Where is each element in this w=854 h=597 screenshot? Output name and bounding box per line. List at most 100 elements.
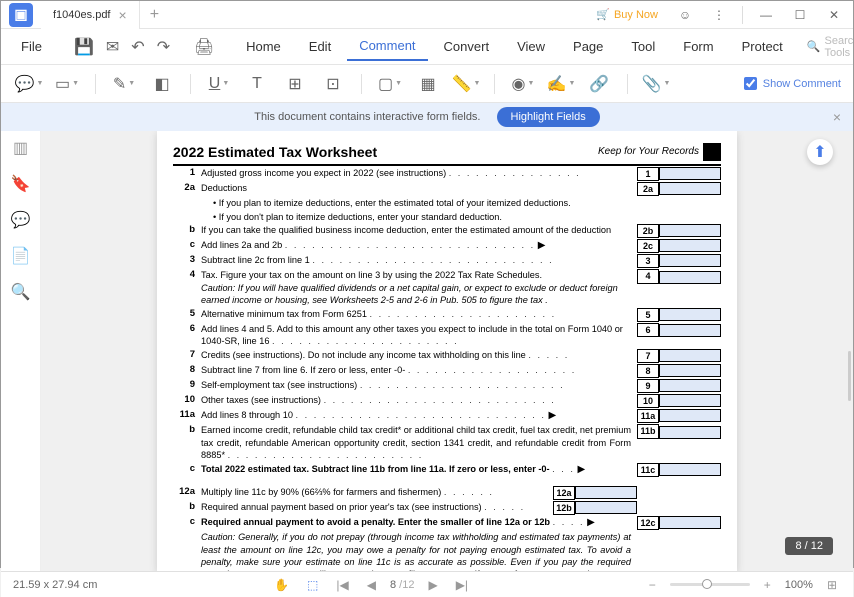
- menu-file[interactable]: File: [9, 33, 54, 60]
- comments-icon[interactable]: 💬: [12, 211, 30, 229]
- show-comment-checkbox[interactable]: [744, 77, 757, 90]
- app-logo-icon: ▣: [9, 3, 33, 27]
- text-tool[interactable]: T: [241, 71, 273, 97]
- textbox-tool[interactable]: ⊞: [279, 71, 311, 97]
- first-page-button[interactable]: |◀: [332, 578, 352, 592]
- field-12b[interactable]: [575, 501, 637, 514]
- info-message: This document contains interactive form …: [254, 111, 480, 123]
- menu-edit[interactable]: Edit: [297, 33, 343, 60]
- field-8[interactable]: [659, 364, 721, 377]
- shape-tool[interactable]: ▢▼: [374, 71, 406, 97]
- next-page-button[interactable]: ▶: [424, 578, 441, 592]
- print-icon[interactable]: 🖨: [194, 37, 214, 57]
- search-panel-icon[interactable]: 🔍: [12, 283, 30, 301]
- field-11b[interactable]: [659, 426, 721, 439]
- form-info-bar: This document contains interactive form …: [1, 103, 853, 131]
- note-tool[interactable]: 💬▼: [13, 71, 45, 97]
- zoom-in-button[interactable]: +: [760, 578, 775, 592]
- mail-icon[interactable]: ✉: [106, 37, 119, 57]
- show-comment-toggle[interactable]: Show Comment: [744, 77, 841, 90]
- menu-home[interactable]: Home: [234, 33, 293, 60]
- upload-button[interactable]: ⬆: [807, 139, 833, 165]
- separator: [95, 74, 96, 94]
- separator: [494, 74, 495, 94]
- hand-tool-icon[interactable]: ✋: [270, 578, 293, 592]
- highlight-fields-button[interactable]: Highlight Fields: [497, 107, 600, 127]
- search-tools-input[interactable]: 🔍 Search Tools: [799, 35, 854, 59]
- close-tab-icon[interactable]: ×: [119, 7, 127, 23]
- close-infobar-icon[interactable]: ×: [833, 109, 841, 125]
- field-2c[interactable]: [659, 239, 721, 252]
- eraser-tool[interactable]: ◧: [146, 71, 178, 97]
- separator: [742, 6, 743, 24]
- callout-tool[interactable]: ⊡: [317, 71, 349, 97]
- field-7[interactable]: [659, 349, 721, 362]
- last-page-button[interactable]: ▶|: [452, 578, 472, 592]
- separator: [361, 74, 362, 94]
- page-indicator-badge: 8 / 12: [785, 537, 833, 555]
- signature-tool[interactable]: ✍▼: [545, 71, 577, 97]
- menu-form[interactable]: Form: [671, 33, 725, 60]
- area-tool[interactable]: ▦: [412, 71, 444, 97]
- field-9[interactable]: [659, 379, 721, 392]
- user-icon[interactable]: ☺: [670, 1, 700, 29]
- search-icon: 🔍: [807, 40, 821, 53]
- left-sidebar: ▥ 🔖 💬 📄 🔍: [1, 131, 41, 571]
- maximize-button[interactable]: ☐: [785, 1, 815, 29]
- field-11a[interactable]: [659, 409, 721, 422]
- underline-tool[interactable]: U▼: [203, 71, 235, 97]
- cart-icon: 🛒: [596, 8, 610, 21]
- page-number-input[interactable]: 8 /12: [390, 579, 414, 591]
- field-10[interactable]: [659, 394, 721, 407]
- prev-page-button[interactable]: ◀: [363, 578, 380, 592]
- measure-tool[interactable]: 📏▼: [450, 71, 482, 97]
- scrollbar-thumb[interactable]: [848, 351, 851, 401]
- pencil-tool[interactable]: ✎▼: [108, 71, 140, 97]
- more-icon[interactable]: ⋮: [704, 1, 734, 29]
- close-window-button[interactable]: ✕: [819, 1, 849, 29]
- field-3[interactable]: [659, 254, 721, 267]
- undo-icon[interactable]: ↶: [131, 37, 144, 57]
- thumbnails-icon[interactable]: ▥: [12, 139, 30, 157]
- field-11c[interactable]: [659, 463, 721, 476]
- document-viewport[interactable]: ⬆ 8 / 12 Keep for Your Records 2022 Esti…: [41, 131, 853, 571]
- menu-convert[interactable]: Convert: [432, 33, 502, 60]
- zoom-level[interactable]: 100%: [785, 579, 813, 591]
- page-dimensions: 21.59 x 27.94 cm: [13, 579, 97, 591]
- link-tool[interactable]: 🔗: [583, 71, 615, 97]
- document-tab[interactable]: f1040es.pdf ×: [41, 1, 140, 29]
- field-4[interactable]: [659, 271, 721, 284]
- add-tab-button[interactable]: +: [140, 6, 169, 24]
- menu-comment[interactable]: Comment: [347, 32, 427, 61]
- field-12a[interactable]: [575, 486, 637, 499]
- attach-tool[interactable]: 📎▼: [640, 71, 672, 97]
- field-6[interactable]: [659, 324, 721, 337]
- field-1[interactable]: [659, 167, 721, 180]
- pdf-page: Keep for Your Records 2022 Estimated Tax…: [157, 131, 737, 571]
- zoom-slider-thumb[interactable]: [702, 579, 712, 589]
- stamp-tool[interactable]: ◉▼: [507, 71, 539, 97]
- fit-page-icon[interactable]: ⊞: [823, 578, 841, 592]
- tab-filename: f1040es.pdf: [53, 9, 111, 21]
- select-tool-icon[interactable]: ⬚: [303, 578, 322, 592]
- zoom-out-button[interactable]: −: [645, 578, 660, 592]
- highlight-tool[interactable]: ▭▼: [51, 71, 83, 97]
- redo-icon[interactable]: ↷: [157, 37, 170, 57]
- separator: [190, 74, 191, 94]
- menu-view[interactable]: View: [505, 33, 557, 60]
- menu-tool[interactable]: Tool: [619, 33, 667, 60]
- bookmarks-icon[interactable]: 🔖: [12, 175, 30, 193]
- menu-page[interactable]: Page: [561, 33, 615, 60]
- attachments-icon[interactable]: 📄: [12, 247, 30, 265]
- save-icon[interactable]: 💾: [74, 37, 94, 57]
- separator: [627, 74, 628, 94]
- field-2b[interactable]: [659, 224, 721, 237]
- field-2a[interactable]: [659, 182, 721, 195]
- menu-protect[interactable]: Protect: [730, 33, 795, 60]
- buy-now-link[interactable]: 🛒 Buy Now: [588, 8, 666, 21]
- zoom-slider[interactable]: [670, 583, 750, 586]
- minimize-button[interactable]: —: [751, 1, 781, 29]
- field-5[interactable]: [659, 308, 721, 321]
- pencil-icon: [703, 143, 721, 161]
- field-12c[interactable]: [659, 516, 721, 529]
